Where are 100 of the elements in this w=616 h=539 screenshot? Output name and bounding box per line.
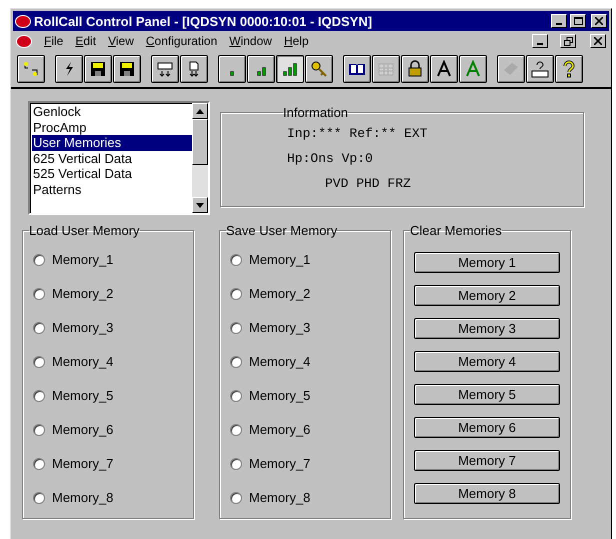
radio-button[interactable] [230, 458, 242, 470]
menu-item[interactable]: Window [229, 34, 272, 48]
status-text: Hp:Ons Vp:0 [287, 151, 374, 166]
radio-label: Memory_5 [52, 388, 114, 403]
minimize-button[interactable] [551, 14, 567, 28]
document-logo-icon [16, 34, 32, 48]
menu-item[interactable]: Edit [75, 34, 96, 48]
radio-button[interactable] [33, 390, 45, 402]
padlock-icon [406, 60, 424, 78]
clear-memory-button[interactable]: Memory 2 [414, 285, 560, 306]
group-title: Save User Memory [226, 223, 338, 238]
list-item[interactable]: Genlock [32, 104, 192, 120]
clear-memory-button[interactable]: Memory 6 [414, 417, 560, 438]
radio-button[interactable] [230, 288, 242, 300]
radio-button[interactable] [230, 424, 242, 436]
window-title: RollCall Control Panel - [IQDSYN 0000:10:01 - IQDSYN] [34, 14, 374, 28]
menu-item[interactable]: View [108, 34, 134, 48]
radio-label: Memory_4 [52, 354, 114, 369]
maximize-button[interactable] [570, 14, 586, 28]
toolbar-button[interactable] [401, 55, 429, 83]
letter-icon [435, 60, 453, 78]
list-item[interactable]: ProcAmp [32, 120, 192, 135]
menu-item[interactable]: File [44, 34, 64, 48]
signal-bars-icon [256, 67, 266, 76]
close-icon [594, 37, 602, 45]
toolbar-button[interactable] [84, 55, 112, 83]
signal-bars-icon [283, 63, 297, 76]
status-text: Inp:*** Ref:** EXT [287, 126, 428, 141]
close-button[interactable] [590, 34, 606, 48]
radio-button[interactable] [33, 254, 45, 266]
scrollbar[interactable] [192, 103, 208, 213]
close-button[interactable] [591, 14, 607, 28]
radio-label: Memory_2 [52, 286, 114, 301]
toolbar-button[interactable] [113, 55, 141, 83]
list-item[interactable]: 625 Vertical Data [32, 150, 192, 166]
toolbar-button[interactable] [305, 55, 333, 83]
maximize-icon [574, 17, 582, 25]
signal-bars-icon [230, 71, 234, 76]
close-icon [595, 17, 603, 25]
menu-item[interactable]: Help [284, 34, 309, 48]
list-item[interactable]: 525 Vertical Data [32, 166, 192, 182]
clear-memory-button[interactable]: Memory 1 [414, 252, 560, 273]
toolbar-button[interactable] [218, 55, 246, 83]
list-arrow-icon [156, 60, 174, 78]
group-title: Load User Memory [29, 223, 140, 238]
list-item[interactable]: User Memories [32, 135, 192, 150]
radio-label: Memory_7 [52, 456, 114, 471]
keyboard-help-icon [531, 60, 549, 78]
radio-button[interactable] [33, 424, 45, 436]
radio-label: Memory_7 [249, 456, 310, 471]
restore-button[interactable] [560, 34, 576, 48]
toolbar-button[interactable] [555, 55, 583, 83]
app-logo-icon [15, 14, 31, 28]
clear-memory-button[interactable]: Memory 8 [414, 483, 560, 504]
radio-button[interactable] [230, 254, 242, 266]
radio-button[interactable] [230, 492, 242, 504]
radio-button[interactable] [33, 288, 45, 300]
toolbar-button[interactable] [151, 55, 179, 83]
down-arrow-icon [196, 202, 204, 208]
toolbar-button[interactable] [247, 55, 275, 83]
minimize-button[interactable] [532, 34, 548, 48]
group-title: Information [283, 105, 348, 120]
menu-item[interactable]: Configuration [146, 34, 218, 48]
toolbar-button[interactable] [459, 55, 487, 83]
radio-label: Memory_3 [249, 320, 310, 335]
toolbar-button[interactable] [55, 55, 83, 83]
radio-label: Memory_8 [249, 490, 310, 505]
radio-button[interactable] [230, 356, 242, 368]
radio-button[interactable] [230, 390, 242, 402]
radio-button[interactable] [33, 458, 45, 470]
toolbar-button[interactable] [343, 55, 371, 83]
letter-icon [464, 60, 482, 78]
toolbar-button[interactable] [276, 55, 304, 83]
radio-label: Memory_1 [52, 252, 114, 267]
restore-icon [564, 36, 572, 46]
radio-button[interactable] [33, 322, 45, 334]
radio-label: Memory_3 [52, 320, 114, 335]
status-text: PVD PHD FRZ [324, 176, 412, 191]
radio-label: Memory_2 [249, 286, 310, 301]
clear-memory-button[interactable]: Memory 7 [414, 450, 560, 471]
list-item[interactable]: Patterns [32, 182, 192, 197]
radio-button[interactable] [230, 322, 242, 334]
up-arrow-icon [196, 108, 204, 114]
radio-label: Memory_1 [249, 252, 310, 267]
group-title: Clear Memories [410, 223, 502, 238]
toolbar-button[interactable] [430, 55, 458, 83]
radio-label: Memory_6 [249, 422, 310, 437]
toolbar-button[interactable] [526, 55, 554, 83]
radio-label: Memory_4 [249, 354, 310, 369]
radio-label: Memory_5 [249, 388, 310, 403]
toolbar-button[interactable] [180, 55, 208, 83]
clear-memory-button[interactable]: Memory 3 [414, 318, 560, 339]
radio-button[interactable] [33, 356, 45, 368]
radio-label: Memory_8 [52, 490, 114, 505]
radio-button[interactable] [33, 492, 45, 504]
clear-memory-button[interactable]: Memory 4 [414, 351, 560, 372]
toolbar-button[interactable] [17, 55, 45, 83]
radio-label: Memory_6 [52, 422, 114, 437]
clear-memory-button[interactable]: Memory 5 [414, 384, 560, 405]
key-icon [310, 60, 328, 78]
